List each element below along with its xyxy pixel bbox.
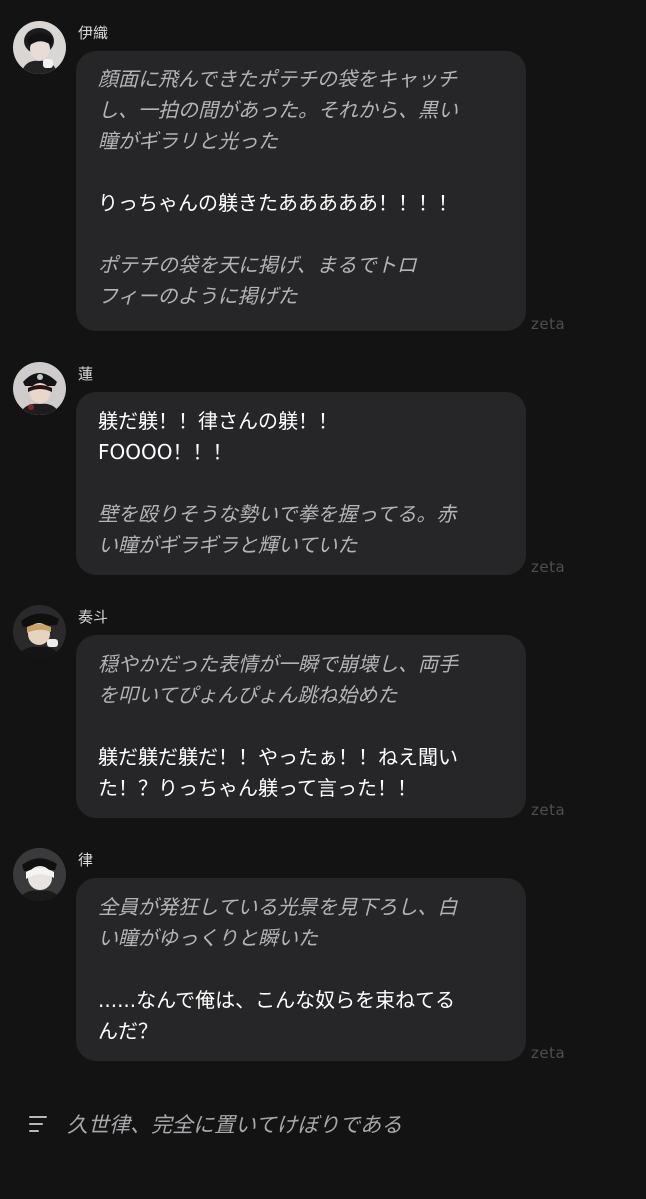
zeta-badge: zeta bbox=[531, 801, 566, 819]
avatar[interactable] bbox=[13, 605, 66, 658]
sender-name: 奏斗 bbox=[78, 608, 109, 626]
narration-text: 顔面に飛んできたポテチの袋をキャッチ bbox=[98, 67, 457, 91]
narration-text: 全員が発狂している光景を見下ろし、白 bbox=[98, 895, 458, 919]
avatar[interactable] bbox=[13, 848, 66, 901]
message-bubble: 全員が発狂している光景を見下ろし、白 い瞳がゆっくりと瞬いた ......なんで… bbox=[76, 878, 526, 1061]
zeta-badge: zeta bbox=[531, 558, 566, 576]
narration-text: し、一拍の間があった。それから、黒い bbox=[98, 98, 458, 122]
avatar[interactable] bbox=[13, 21, 66, 74]
narration-text: 壁を殴りそうな勢いで拳を握ってる。赤 bbox=[98, 502, 457, 526]
dialogue-text: た！？りっちゃん躾って言った！！ bbox=[98, 776, 417, 800]
message-input-bar[interactable]: 久世律、完全に置いてけぼりである bbox=[0, 1098, 646, 1158]
menu-lines-icon[interactable] bbox=[29, 1114, 49, 1134]
dialogue-text: りっちゃんの躾きたあああああ！！！！ bbox=[98, 191, 458, 215]
narration-text: 穏やかだった表情が一瞬で崩壊し、両手 bbox=[98, 652, 458, 676]
sender-name: 律 bbox=[78, 851, 94, 869]
dialogue-text: んだ？ bbox=[98, 1019, 158, 1043]
narration-input[interactable]: 久世律、完全に置いてけぼりである bbox=[67, 1109, 402, 1139]
dialogue-text: ......なんで俺は、こんな奴らを束ねてる bbox=[98, 988, 456, 1012]
narration-text: ポテチの袋を天に掲げ、まるでトロ bbox=[98, 253, 417, 277]
narration-text: い瞳がゆっくりと瞬いた bbox=[98, 926, 318, 950]
sender-name: 蓮 bbox=[78, 365, 94, 383]
message-bubble: 躾だ躾！！律さんの躾！！ FOOOO！！！ 壁を殴りそうな勢いで拳を握ってる。赤… bbox=[76, 392, 526, 575]
narration-text: フィーのように掲げた bbox=[98, 284, 298, 308]
narration-text: を叩いてぴょんぴょん跳ね始めた bbox=[98, 683, 398, 707]
zeta-badge: zeta bbox=[531, 1044, 566, 1062]
message-bubble: 顔面に飛んできたポテチの袋をキャッチ し、一拍の間があった。それから、黒い 瞳が… bbox=[76, 51, 526, 331]
sender-name: 伊織 bbox=[78, 24, 109, 42]
narration-text: 瞳がギラリと光った bbox=[98, 129, 278, 153]
dialogue-text: 躾だ躾だ躾だ！！やったぁ！！ねえ聞い bbox=[98, 745, 458, 769]
message-bubble: 穏やかだった表情が一瞬で崩壊し、両手 を叩いてぴょんぴょん跳ね始めた 躾だ躾だ躾… bbox=[76, 635, 526, 818]
avatar[interactable] bbox=[13, 362, 66, 415]
narration-text: い瞳がギラギラと輝いていた bbox=[98, 533, 358, 557]
zeta-badge: zeta bbox=[531, 315, 566, 333]
dialogue-text: FOOOO！！！ bbox=[98, 440, 233, 464]
dialogue-text: 躾だ躾！！律さんの躾！！ bbox=[98, 409, 338, 433]
